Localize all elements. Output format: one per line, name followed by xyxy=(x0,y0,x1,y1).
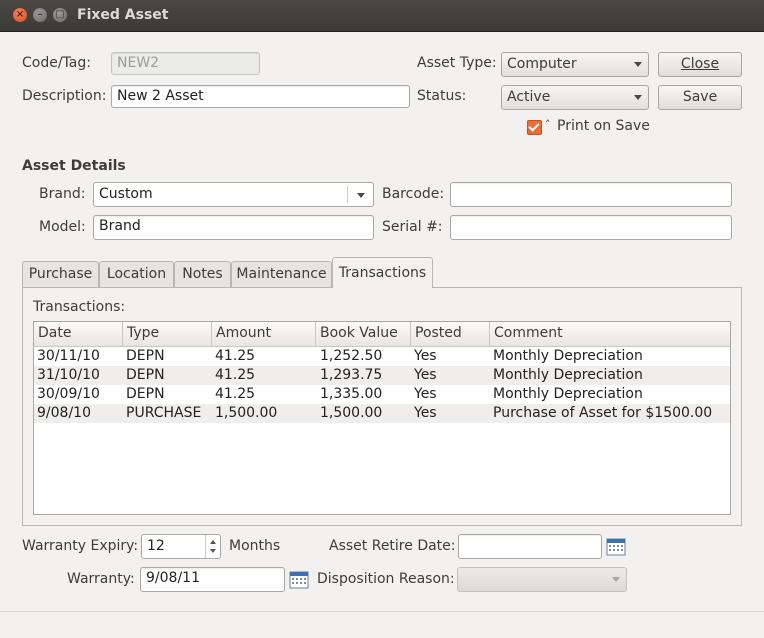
window-minimize-icon[interactable]: – xyxy=(33,8,47,22)
status-bar xyxy=(0,611,764,638)
save-button-label: Save xyxy=(682,89,718,105)
cell-posted: Yes xyxy=(414,348,437,364)
print-on-save-label: Print on Save xyxy=(557,118,650,134)
asset-type-label: Asset Type: xyxy=(417,55,497,71)
chevron-down-icon xyxy=(634,95,642,100)
window-close-icon[interactable]: × xyxy=(13,8,27,22)
column-header-book-value[interactable]: Book Value xyxy=(316,322,411,347)
title-bar: × – □ Fixed Asset xyxy=(0,0,764,32)
chevron-down-icon[interactable] xyxy=(357,193,365,198)
asset-retire-date-label: Asset Retire Date: xyxy=(329,538,456,554)
calendar-icon[interactable] xyxy=(606,536,626,556)
cell-comment: Monthly Depreciation xyxy=(493,348,643,364)
save-button[interactable]: Save xyxy=(658,85,742,110)
cell-amount: 41.25 xyxy=(215,367,256,383)
tab-purchase[interactable]: Purchase xyxy=(22,261,99,287)
serial-field[interactable] xyxy=(450,215,732,240)
column-header-comment[interactable]: Comment xyxy=(490,322,730,347)
cell-amount: 1,500.00 xyxy=(215,405,278,421)
tab-notes[interactable]: Notes xyxy=(174,261,231,287)
table-row[interactable]: 30/09/10 DEPN 41.25 1,335.00 Yes Monthly… xyxy=(34,385,730,404)
cell-amount: 41.25 xyxy=(215,386,256,402)
cell-book-value: 1,293.75 xyxy=(320,367,383,383)
column-header-type[interactable]: Type xyxy=(123,322,212,347)
chevron-down-icon xyxy=(612,577,620,582)
chevron-down-icon xyxy=(634,62,642,67)
combo-separator xyxy=(347,186,348,203)
column-header-posted[interactable]: Posted xyxy=(411,322,490,347)
stepper-down-icon[interactable] xyxy=(210,549,216,553)
model-label: Model: xyxy=(39,219,86,235)
brand-label: Brand: xyxy=(39,186,86,202)
serial-label: Serial #: xyxy=(382,219,443,235)
model-field[interactable]: Brand xyxy=(93,215,374,240)
brand-combo[interactable]: Custom xyxy=(93,182,374,207)
tab-location[interactable]: Location xyxy=(99,261,174,287)
stepper-buttons xyxy=(205,535,220,558)
warranty-expiry-stepper[interactable]: 12 xyxy=(141,534,221,559)
cell-comment: Purchase of Asset for $1500.00 xyxy=(493,405,713,421)
cell-date: 30/09/10 xyxy=(37,386,100,402)
code-label: Code/Tag: xyxy=(22,55,91,71)
print-on-save-checkbox[interactable] xyxy=(527,120,542,135)
disposition-reason-label: Disposition Reason: xyxy=(317,571,455,587)
brand-value: Custom xyxy=(99,186,153,202)
column-header-date[interactable]: Date xyxy=(34,322,123,347)
cell-amount: 41.25 xyxy=(215,348,256,364)
months-label: Months xyxy=(229,538,281,554)
transactions-table[interactable]: Date Type Amount Book Value Posted Comme… xyxy=(33,321,731,515)
cell-posted: Yes xyxy=(414,405,437,421)
code-field: NEW2 xyxy=(111,52,260,75)
close-button[interactable]: Close xyxy=(658,52,742,77)
warranty-expiry-label: Warranty Expiry: xyxy=(22,538,139,554)
calendar-icon[interactable] xyxy=(289,569,309,589)
asset-details-heading: Asset Details xyxy=(22,158,126,174)
cell-comment: Monthly Depreciation xyxy=(493,367,643,383)
cell-date: 30/11/10 xyxy=(37,348,100,364)
cell-type: PURCHASE xyxy=(126,405,202,421)
cell-date: 9/08/10 xyxy=(37,405,91,421)
status-select[interactable]: Active xyxy=(501,85,649,110)
cell-book-value: 1,500.00 xyxy=(320,405,383,421)
table-row[interactable]: 31/10/10 DEPN 41.25 1,293.75 Yes Monthly… xyxy=(34,366,730,385)
window-title: Fixed Asset xyxy=(77,7,169,23)
warranty-date-field[interactable]: 9/08/11 xyxy=(140,567,285,592)
fixed-asset-window: × – □ Fixed Asset Code/Tag: NEW2 Descrip… xyxy=(0,0,764,638)
asset-type-value: Computer xyxy=(507,56,577,72)
transactions-caption: Transactions: xyxy=(33,299,126,315)
status-label: Status: xyxy=(417,88,467,104)
cell-posted: Yes xyxy=(414,386,437,402)
description-field[interactable]: New 2 Asset xyxy=(111,85,410,108)
disposition-reason-select xyxy=(457,567,627,592)
cell-book-value: 1,335.00 xyxy=(320,386,383,402)
stepper-up-icon[interactable] xyxy=(210,540,216,544)
cell-comment: Monthly Depreciation xyxy=(493,386,643,402)
tab-transactions[interactable]: Transactions xyxy=(332,257,433,288)
description-label: Description: xyxy=(22,88,107,104)
status-value: Active xyxy=(507,89,551,105)
barcode-label: Barcode: xyxy=(382,186,445,202)
asset-retire-date-field[interactable] xyxy=(458,534,602,559)
cell-type: DEPN xyxy=(126,348,165,364)
cell-book-value: 1,252.50 xyxy=(320,348,383,364)
close-button-label: Close xyxy=(680,56,720,72)
tab-maintenance[interactable]: Maintenance xyxy=(231,261,332,287)
table-row[interactable]: 30/11/10 DEPN 41.25 1,252.50 Yes Monthly… xyxy=(34,347,730,366)
asset-type-select[interactable]: Computer xyxy=(501,52,649,77)
barcode-field[interactable] xyxy=(450,182,732,207)
cell-posted: Yes xyxy=(414,367,437,383)
warranty-expiry-value: 12 xyxy=(147,538,165,554)
cell-type: DEPN xyxy=(126,386,165,402)
column-header-amount[interactable]: Amount xyxy=(212,322,316,347)
window-maximize-icon[interactable]: □ xyxy=(53,8,67,22)
table-row[interactable]: 9/08/10 PURCHASE 1,500.00 1,500.00 Yes P… xyxy=(34,404,730,423)
cell-date: 31/10/10 xyxy=(37,367,100,383)
caret-up-icon: ˄ xyxy=(545,118,551,131)
cell-type: DEPN xyxy=(126,367,165,383)
warranty-label: Warranty: xyxy=(67,571,135,587)
